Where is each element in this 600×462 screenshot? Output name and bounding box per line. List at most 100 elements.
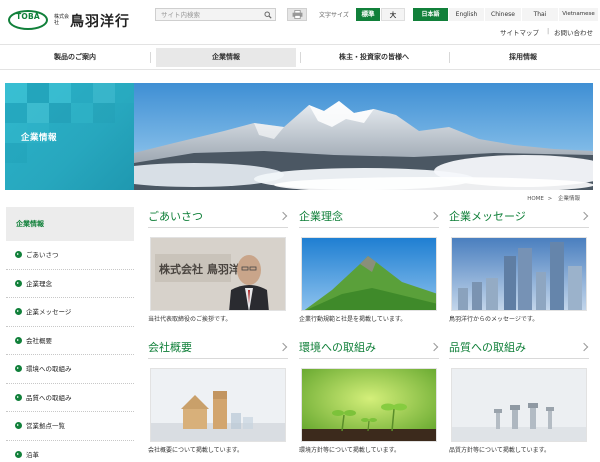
sidebar-item-message[interactable]: 企業メッセージ (6, 298, 134, 327)
card-image-house-blocks (150, 368, 286, 442)
card-philosophy[interactable]: 企業理念 企業行動規範と社是を掲載しています。 (299, 206, 439, 326)
search-input[interactable] (156, 9, 261, 20)
arrow-bullet-icon (15, 279, 22, 287)
card-description: 企業行動規範と社是を掲載しています。 (299, 316, 407, 323)
chevron-right-icon (579, 342, 589, 352)
arrow-bullet-icon (15, 365, 22, 372)
util-separator: | (547, 27, 550, 35)
sidebar-heading[interactable]: 企業情報 (6, 207, 134, 241)
card-title: 企業メッセージ (449, 210, 526, 223)
logo-mark-text: TOBA (16, 12, 40, 21)
chevron-right-icon (579, 211, 589, 221)
card-title: ごあいさつ (148, 210, 203, 223)
nav-divider (449, 52, 450, 63)
card-header: 会社概要 (148, 337, 288, 359)
card-title: 環境への取組み (299, 341, 376, 354)
search-box (155, 8, 276, 21)
nav-divider (300, 52, 301, 63)
sidebar-item-label: 企業理念 (26, 279, 52, 288)
sidebar-item-environment[interactable]: 環境への取組み (6, 355, 134, 384)
sidebar-item-label: 沿革 (26, 450, 39, 459)
nav-item-recruit[interactable]: 採用情報 (453, 48, 593, 67)
sidebar-item-label: 品質への取組み (26, 393, 72, 402)
card-description: 品質方針等について掲載しています。 (449, 447, 551, 454)
search-icon[interactable] (264, 11, 272, 19)
print-button[interactable] (287, 8, 307, 21)
arrow-bullet-icon (15, 422, 22, 429)
site-header: TOBA 株式会社 鳥羽洋行 文字サイズ 標準 大 日本語 English Ch… (0, 0, 600, 42)
card-image-president: 株式会社 鳥羽洋行 (150, 237, 286, 311)
card-message[interactable]: 企業メッセージ 鳥羽洋行からのメッセージです。 (449, 206, 589, 326)
global-nav: 製品のご案内 企業情報 株主・投資家の皆様へ 採用情報 (0, 44, 600, 70)
card-greeting[interactable]: ごあいさつ 株式会社 鳥羽洋行 当社代表取締役のご挨拶です。 (148, 206, 288, 326)
logo-company-name: 鳥羽洋行 (70, 14, 130, 30)
lang-chinese-button[interactable]: Chinese (484, 8, 521, 21)
arrow-bullet-icon (15, 336, 22, 344)
breadcrumb-separator: > (547, 196, 553, 202)
card-header: 環境への取組み (299, 337, 439, 359)
logo-kabushiki: 株式会社 (54, 14, 70, 26)
sidebar-item-greeting[interactable]: ごあいさつ (6, 241, 134, 270)
lang-english-button[interactable]: English (448, 8, 484, 21)
bolts-photo (452, 369, 586, 441)
font-size-large-button[interactable]: 大 (381, 8, 405, 21)
sidebar-item-label: 営業拠点一覧 (26, 422, 65, 430)
card-header: 企業理念 (299, 206, 439, 228)
breadcrumb-home[interactable]: HOME (527, 196, 544, 202)
lang-vietnamese-button[interactable]: Vietnamese (558, 8, 598, 21)
hero-mountain-image (134, 83, 593, 190)
sidebar-item-quality[interactable]: 品質への取組み (6, 384, 134, 412)
breadcrumb: HOME > 企業情報 (527, 194, 582, 202)
sidebar-item-label: 企業メッセージ (26, 308, 72, 316)
card-image-buildings (451, 237, 587, 311)
sitemap-link[interactable]: サイトマップ (500, 27, 539, 37)
nav-item-investors[interactable]: 株主・投資家の皆様へ (305, 48, 443, 67)
font-size-standard-button[interactable]: 標準 (356, 8, 380, 21)
mountain-landscape-image (134, 83, 593, 190)
font-size-label: 文字サイズ (319, 12, 349, 19)
card-title: 企業理念 (299, 210, 343, 223)
card-image-bolts (451, 368, 587, 442)
breadcrumb-current: 企業情報 (557, 196, 580, 202)
printer-icon (292, 10, 303, 19)
sidebar-item-offices[interactable]: 営業拠点一覧 (6, 412, 134, 441)
nav-item-products[interactable]: 製品のご案内 (6, 48, 144, 67)
sprout-photo (302, 369, 436, 441)
hero-title-panel: 企業情報 (5, 83, 134, 190)
card-image-sprouts (301, 368, 437, 442)
card-header: 企業メッセージ (449, 206, 589, 228)
arrow-bullet-icon (15, 251, 22, 258)
sidebar-item-label: 会社概要 (26, 336, 52, 345)
card-title: 会社概要 (148, 341, 192, 354)
card-quality[interactable]: 品質への取組み 品質方針等について掲載しています。 (449, 337, 589, 457)
president-photo: 株式会社 鳥羽洋行 (151, 238, 285, 310)
wooden-house-photo (151, 369, 285, 441)
nav-divider (150, 52, 151, 63)
contact-link[interactable]: お問い合わせ (554, 27, 593, 37)
chevron-right-icon (278, 211, 288, 221)
nav-item-company[interactable]: 企業情報 (156, 48, 296, 67)
card-image-green-mountain (301, 237, 437, 311)
arrow-bullet-icon (15, 308, 22, 315)
sidebar-item-overview[interactable]: 会社概要 (6, 327, 134, 355)
sidebar-item-label: 環境への取組み (26, 365, 72, 373)
chevron-right-icon (278, 342, 288, 352)
company-logo[interactable]: TOBA 株式会社 鳥羽洋行 (8, 8, 138, 34)
lang-thai-button[interactable]: Thai (521, 8, 558, 21)
chevron-right-icon (429, 211, 439, 221)
sidebar-item-history[interactable]: 沿革 (6, 441, 134, 462)
card-title: 品質への取組み (449, 341, 526, 354)
green-mountain-photo (302, 238, 436, 310)
lang-japanese-button[interactable]: 日本語 (412, 8, 448, 21)
card-overview[interactable]: 会社概要 会社概要について掲載しています。 (148, 337, 288, 457)
card-environment[interactable]: 環境への取組み 環境方針等について掲載しています。 (299, 337, 439, 457)
arrow-bullet-icon (15, 393, 22, 401)
chevron-right-icon (429, 342, 439, 352)
card-description: 鳥羽洋行からのメッセージです。 (449, 316, 539, 323)
skyscrapers-photo (452, 238, 586, 310)
card-description: 環境方針等について掲載しています。 (299, 447, 401, 454)
card-description: 当社代表取締役のご挨拶です。 (148, 316, 232, 323)
card-header: ごあいさつ (148, 206, 288, 228)
sidebar-item-philosophy[interactable]: 企業理念 (6, 270, 134, 298)
sidebar-nav: 企業情報 ごあいさつ 企業理念 企業メッセージ 会社概要 環境への取組み 品質へ… (6, 207, 134, 462)
